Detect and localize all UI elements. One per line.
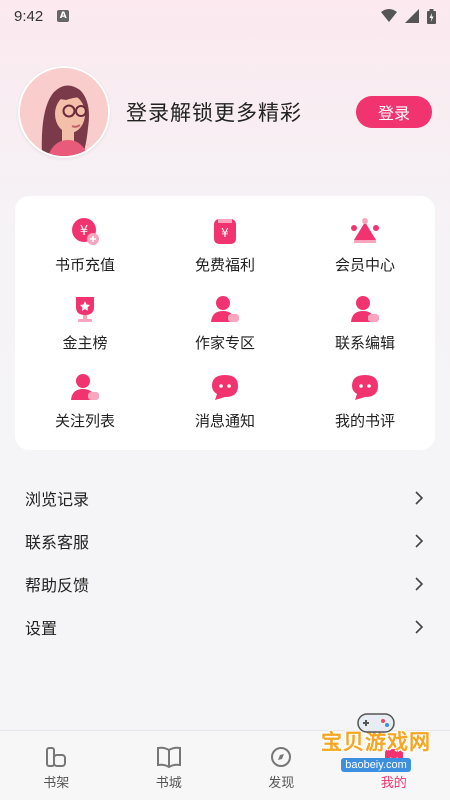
bookshelf-icon: [46, 746, 67, 767]
tab-label: 书城: [155, 775, 182, 791]
menu-item-label: 设置: [25, 618, 58, 638]
grid-label: 免费福利: [194, 255, 255, 274]
review-icon: [352, 374, 378, 400]
status-time: 9:42: [14, 7, 44, 25]
chevron-right-icon: [415, 576, 424, 591]
gift-icon: ¥: [214, 218, 236, 244]
function-grid: ¥ 书币充值 ¥ 免费福利 会员中心 金主榜 作家专区 联系编辑 关注列表 消息…: [15, 196, 435, 450]
message-icon: [212, 374, 238, 400]
status-icons: [381, 8, 436, 24]
notification-icon: A: [57, 10, 70, 22]
signal-icon: [405, 9, 419, 23]
grid-item-notifications[interactable]: 消息通知: [155, 362, 295, 440]
discover-icon: [271, 746, 292, 767]
login-button[interactable]: 登录: [356, 96, 432, 128]
watermark-url: baobeiy.com: [341, 758, 411, 772]
battery-icon: [427, 8, 436, 24]
book-icon: [156, 746, 181, 768]
gamepad-icon: [357, 713, 395, 733]
follow-icon: [71, 373, 99, 400]
grid-label: 关注列表: [54, 411, 115, 430]
avatar-illustration: [20, 68, 108, 156]
menu-item-label: 帮助反馈: [25, 575, 90, 595]
svg-text:¥: ¥: [80, 224, 88, 239]
svg-text:¥: ¥: [221, 226, 229, 240]
watermark: 宝贝游戏网 baobeiy.com: [320, 710, 432, 790]
grid-label: 金主榜: [62, 333, 108, 352]
grid-label: 作家专区: [194, 333, 255, 352]
chevron-right-icon: [415, 490, 424, 505]
grid-item-contact-editor[interactable]: 联系编辑: [295, 284, 435, 362]
grid-item-writer-zone[interactable]: 作家专区: [155, 284, 295, 362]
menu-item-settings[interactable]: 设置: [0, 605, 450, 648]
wifi-icon: [381, 9, 397, 22]
grid-label: 会员中心: [334, 255, 395, 274]
grid-item-my-reviews[interactable]: 我的书评: [295, 362, 435, 440]
menu-item-customer-service[interactable]: 联系客服: [0, 519, 450, 562]
profile-section: 登录解锁更多精彩 登录: [18, 66, 432, 158]
menu-item-label: 浏览记录: [25, 489, 90, 509]
status-bar: 9:42 A: [0, 0, 450, 32]
editor-icon: [351, 295, 379, 322]
chevron-right-icon: [415, 533, 424, 548]
menu-item-label: 联系客服: [25, 532, 90, 552]
avatar[interactable]: [18, 66, 110, 158]
grid-item-recharge[interactable]: ¥ 书币充值: [15, 206, 155, 284]
tab-label: 发现: [268, 775, 295, 791]
grid-item-free-benefits[interactable]: ¥ 免费福利: [155, 206, 295, 284]
grid-label: 联系编辑: [334, 333, 395, 352]
crown-icon: [351, 217, 379, 243]
tab-bookstore[interactable]: 书城: [113, 731, 226, 800]
grid-label: 我的书评: [334, 411, 395, 430]
menu-item-history[interactable]: 浏览记录: [0, 476, 450, 519]
grid-item-sponsor-ranking[interactable]: 金主榜: [15, 284, 155, 362]
login-prompt: 登录解锁更多精彩: [126, 101, 302, 125]
writer-icon: [211, 295, 239, 322]
settings-menu: 浏览记录 联系客服 帮助反馈 设置: [0, 476, 450, 648]
coin-icon: ¥: [72, 217, 99, 245]
menu-item-feedback[interactable]: 帮助反馈: [0, 562, 450, 605]
grid-label: 消息通知: [194, 411, 255, 430]
grid-item-membership[interactable]: 会员中心: [295, 206, 435, 284]
grid-item-follow-list[interactable]: 关注列表: [15, 362, 155, 440]
chevron-right-icon: [415, 619, 424, 634]
tab-bookshelf[interactable]: 书架: [0, 731, 113, 800]
grid-label: 书币充值: [54, 255, 115, 274]
tab-label: 书架: [43, 775, 70, 791]
trophy-icon: [76, 296, 94, 322]
